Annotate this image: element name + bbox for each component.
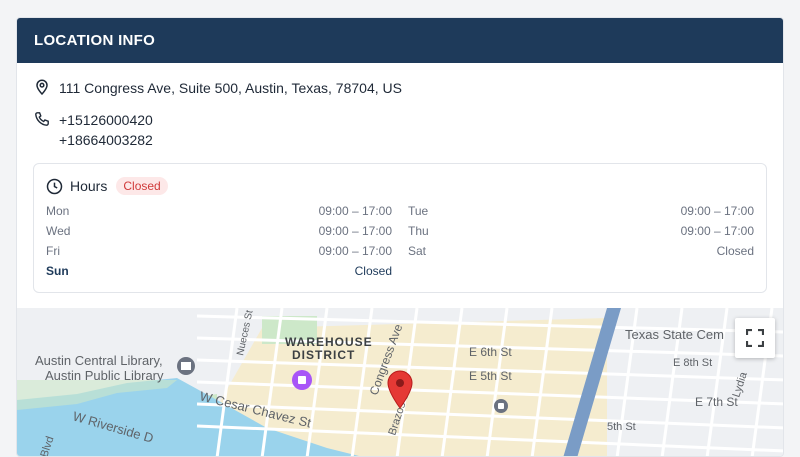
day-hours: 09:00 – 17:00 xyxy=(318,204,392,218)
day-hours: Closed xyxy=(716,244,754,258)
day-label: Sun xyxy=(46,264,69,278)
street-label: E 5th St xyxy=(469,369,512,383)
day-hours: Closed xyxy=(354,264,392,278)
day-label: Fri xyxy=(46,244,60,258)
hours-title: Hours xyxy=(70,178,108,194)
address-row: 111 Congress Ave, Suite 500, Austin, Tex… xyxy=(34,78,402,98)
street-label: E 7th St xyxy=(695,395,738,409)
card-header: LOCATION INFO xyxy=(17,18,783,63)
fullscreen-icon xyxy=(746,329,764,347)
map-embed[interactable]: WAREHOUSE DISTRICT Austin Central Librar… xyxy=(17,308,784,457)
hours-row-thu: Thu 09:00 – 17:00 xyxy=(408,224,754,240)
place-marker-icon[interactable] xyxy=(292,370,312,390)
library-label: Austin Central Library, xyxy=(35,353,163,368)
location-info-card: LOCATION INFO 111 Congress Ave, Suite 50… xyxy=(16,17,784,457)
day-label: Tue xyxy=(408,204,429,218)
hours-row-sun: Sun Closed xyxy=(46,264,392,280)
warehouse-district-label: WAREHOUSE xyxy=(285,335,373,349)
library-marker-icon[interactable] xyxy=(177,357,195,375)
hours-row-wed: Wed 09:00 – 17:00 xyxy=(46,224,392,240)
day-label: Thu xyxy=(408,224,429,238)
hours-row-sat: Sat Closed xyxy=(408,244,754,260)
status-badge: Closed xyxy=(116,177,168,195)
clock-icon xyxy=(46,178,63,194)
transit-marker-icon[interactable] xyxy=(494,399,508,413)
street-label: E 8th St xyxy=(673,357,712,369)
day-label: Sat xyxy=(408,244,427,258)
phone-icon xyxy=(35,112,49,126)
hours-header: Hours Closed xyxy=(46,177,168,195)
day-label: Mon xyxy=(46,204,70,218)
hours-row-mon: Mon 09:00 – 17:00 xyxy=(46,204,392,220)
map-canvas[interactable]: WAREHOUSE DISTRICT Austin Central Librar… xyxy=(17,308,784,457)
hours-row-tue: Tue 09:00 – 17:00 xyxy=(408,204,754,220)
day-hours: 09:00 – 17:00 xyxy=(318,244,392,258)
warehouse-district-label: DISTRICT xyxy=(292,348,355,362)
address-text[interactable]: 111 Congress Ave, Suite 500, Austin, Tex… xyxy=(59,78,402,98)
day-label: Wed xyxy=(46,224,71,238)
phone-row: +15126000420 +18664003282 xyxy=(34,110,153,150)
phone-number-primary[interactable]: +15126000420 xyxy=(59,110,153,130)
day-hours: 09:00 – 17:00 xyxy=(680,224,754,238)
fullscreen-button[interactable] xyxy=(735,318,775,358)
texas-state-cemetery-label: Texas State Cem xyxy=(625,327,724,342)
street-label: E 6th St xyxy=(469,345,512,359)
day-hours: 09:00 – 17:00 xyxy=(680,204,754,218)
library-label: Austin Public Library xyxy=(45,368,164,383)
hours-panel: Hours Closed Mon 09:00 – 17:00 Tue 09:00… xyxy=(33,163,767,293)
card-title: LOCATION INFO xyxy=(34,32,156,49)
hours-row-fri: Fri 09:00 – 17:00 xyxy=(46,244,392,260)
phone-number-secondary[interactable]: +18664003282 xyxy=(59,130,153,150)
day-hours: 09:00 – 17:00 xyxy=(318,224,392,238)
street-label: 5th St xyxy=(607,421,636,433)
map-pin-icon xyxy=(36,79,48,95)
